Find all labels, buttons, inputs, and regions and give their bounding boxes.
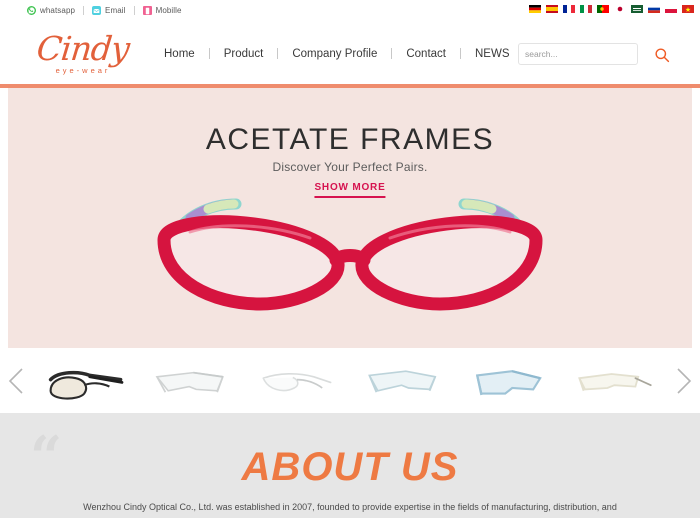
about-us-title: ABOUT US — [241, 445, 459, 489]
product-carousel — [0, 348, 700, 413]
carousel-track — [34, 352, 666, 410]
hero-title: ACETATE FRAMES — [205, 123, 495, 156]
germany-flag[interactable] — [529, 5, 541, 13]
carousel-thumb-1[interactable] — [41, 352, 133, 410]
contact-mobile[interactable]: Mobille — [135, 6, 190, 15]
thumb-white-rectangle — [155, 371, 224, 393]
webpage-root: whatsapp Email Mobille Cindy eye-wear Ho… — [0, 0, 700, 518]
contact-email[interactable]: Email — [84, 6, 134, 15]
saudi-arabia-flag[interactable] — [631, 5, 643, 13]
contact-mobile-label: Mobille — [155, 6, 182, 15]
mobile-icon — [142, 6, 152, 15]
hero-subtitle: Discover Your Perfect Pairs. — [272, 160, 428, 174]
poland-flag[interactable] — [665, 5, 677, 13]
carousel-thumb-4[interactable] — [357, 352, 449, 410]
hero-banner: ACETATE FRAMES Discover Your Perfect Pai… — [8, 88, 692, 348]
contact-whatsapp[interactable]: whatsapp — [27, 6, 83, 15]
hero-product-image — [157, 198, 543, 311]
carousel-thumb-5[interactable] — [462, 352, 554, 410]
site-logo[interactable]: Cindy eye-wear — [18, 27, 148, 79]
nav-item-company-profile[interactable]: Company Profile — [278, 48, 391, 60]
search-button[interactable] — [652, 45, 672, 65]
search-input[interactable] — [525, 49, 631, 59]
carousel-thumb-3[interactable] — [251, 352, 343, 410]
thumb-cream-metal — [578, 372, 652, 391]
vietnam-flag[interactable] — [682, 5, 694, 13]
whatsapp-icon — [27, 6, 36, 15]
chevron-right-icon — [677, 367, 692, 394]
carousel-thumb-6[interactable] — [567, 352, 659, 410]
chevron-left-icon — [8, 367, 23, 394]
contact-email-label: Email — [105, 6, 126, 15]
search-icon — [655, 48, 670, 63]
hero-show-more-button[interactable]: SHOW MORE — [314, 182, 386, 198]
search-box[interactable] — [518, 43, 638, 65]
site-header: Cindy eye-wear Home Product Company Prof… — [0, 21, 700, 86]
thumb-black-browline — [48, 370, 124, 400]
contact-whatsapp-label: whatsapp — [40, 6, 76, 15]
email-icon — [92, 6, 102, 15]
carousel-thumb-2[interactable] — [146, 352, 238, 410]
language-selector — [529, 5, 694, 13]
japan-flag[interactable] — [614, 5, 626, 13]
contact-links: whatsapp Email Mobille — [27, 6, 190, 15]
main-navigation: Home Product Company Profile Contact NEW… — [150, 21, 523, 86]
about-us-body: Wenzhou Cindy Optical Co., Ltd. was esta… — [83, 502, 617, 512]
about-us-section: “ ABOUT US Wenzhou Cindy Optical Co., Lt… — [0, 413, 700, 518]
russia-flag[interactable] — [648, 5, 660, 13]
carousel-prev-button[interactable] — [0, 348, 34, 413]
thumb-clear-thin — [262, 372, 332, 391]
nav-item-news[interactable]: NEWS — [461, 48, 524, 60]
nav-item-product[interactable]: Product — [210, 48, 278, 60]
spain-flag[interactable] — [546, 5, 558, 13]
nav-item-contact[interactable]: Contact — [392, 48, 460, 60]
thumb-blue-square — [475, 369, 542, 395]
top-utility-bar: whatsapp Email Mobille — [0, 0, 700, 21]
carousel-next-button[interactable] — [666, 348, 700, 413]
portugal-flag[interactable] — [597, 5, 609, 13]
italy-flag[interactable] — [580, 5, 592, 13]
thumb-pale-blue — [367, 369, 437, 393]
france-flag[interactable] — [563, 5, 575, 13]
nav-item-home[interactable]: Home — [150, 48, 209, 60]
logo-wordmark: Cindy — [35, 28, 131, 68]
